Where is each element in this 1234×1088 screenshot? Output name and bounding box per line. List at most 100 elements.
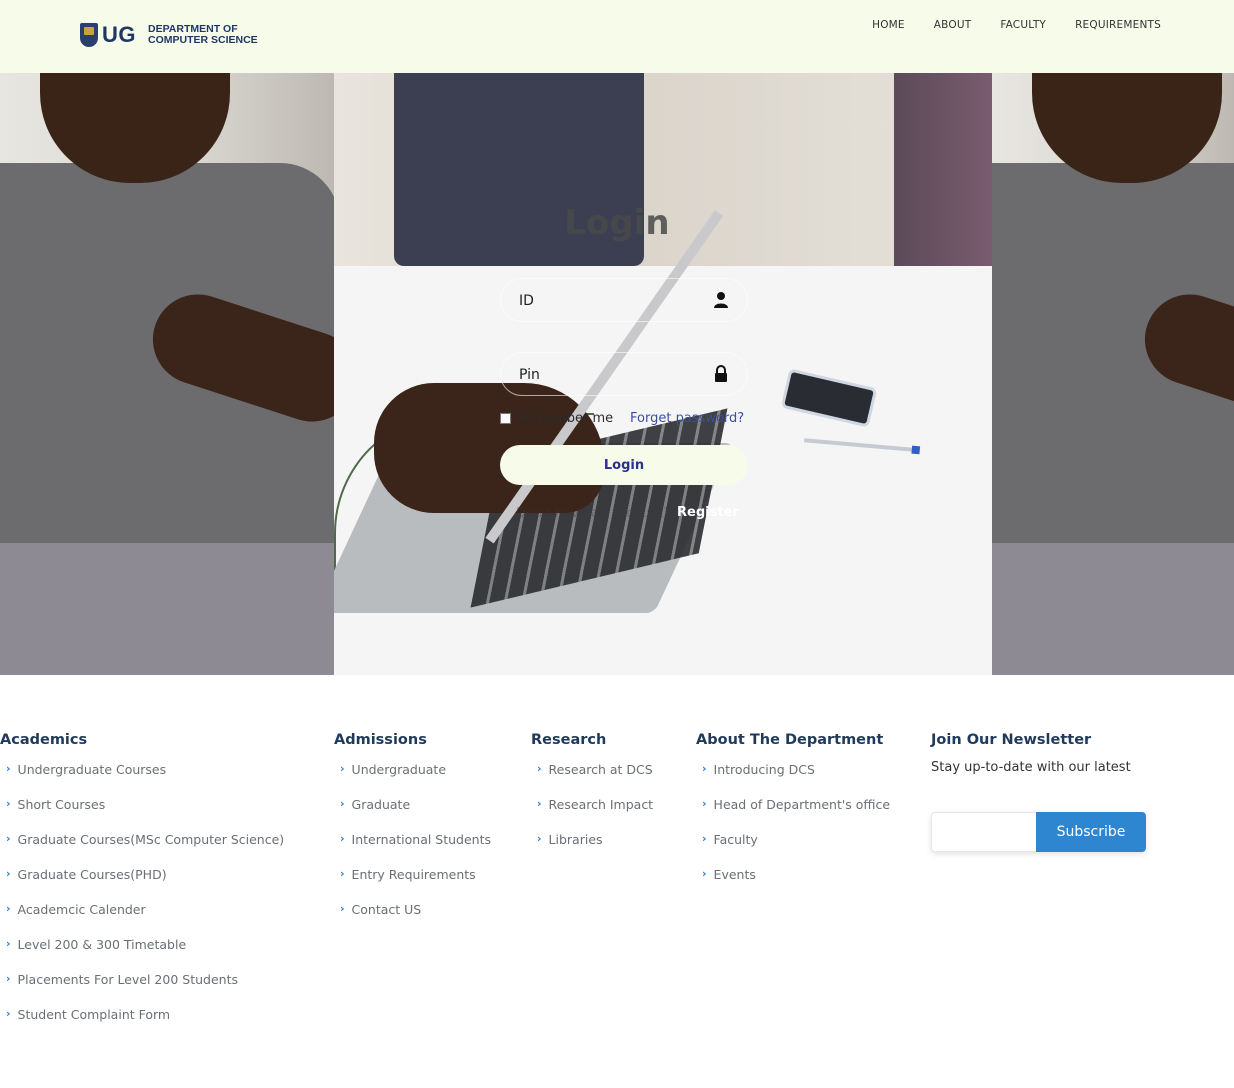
footer-link[interactable]: International Students <box>352 832 491 847</box>
list-item[interactable]: › Contact US <box>334 902 491 937</box>
footer-newsletter: Join Our Newsletter Stay up-to-date with… <box>931 732 1131 775</box>
remember-me-label: Remember me <box>517 411 614 426</box>
footer-heading-newsletter: Join Our Newsletter <box>931 732 1092 748</box>
hero-photo-right <box>992 73 1234 675</box>
footer-admissions: Admissions › Undergraduate › Graduate › Int… <box>334 732 491 937</box>
register-link[interactable]: Register <box>677 505 739 520</box>
list-item[interactable]: › Undergraduate <box>334 762 491 797</box>
list-item[interactable]: › Student Complaint Form <box>0 1007 284 1042</box>
chevron-right-icon: › <box>6 902 11 915</box>
chevron-right-icon: › <box>702 762 707 775</box>
chevron-right-icon: › <box>340 762 345 775</box>
chevron-right-icon: › <box>537 832 542 845</box>
list-item[interactable]: › Graduate <box>334 797 491 832</box>
list-item[interactable]: › Graduate Courses(PHD) <box>0 867 284 902</box>
footer-link[interactable]: Graduate Courses(PHD) <box>18 867 167 882</box>
lock-icon <box>715 365 727 382</box>
footer-research: Research › Research at DCS › Research Impa… <box>531 732 653 867</box>
logo-ug-text: UG <box>102 22 136 47</box>
list-item[interactable]: › Graduate Courses(MSc Computer Science) <box>0 832 284 867</box>
nav-requirements[interactable]: REQUIREMENTS <box>1075 19 1161 31</box>
nav-home[interactable]: HOME <box>872 19 905 31</box>
chevron-right-icon: › <box>340 867 345 880</box>
list-item[interactable]: › Level 200 & 300 Timetable <box>0 937 284 972</box>
list-item[interactable]: › Short Courses <box>0 797 284 832</box>
nav-faculty[interactable]: FACULTY <box>1000 19 1046 31</box>
footer-link[interactable]: Contact US <box>352 902 422 917</box>
footer-link[interactable]: Placements For Level 200 Students <box>18 972 238 987</box>
list-item[interactable]: › Research Impact <box>531 797 653 832</box>
remember-me[interactable]: Remember me <box>500 411 613 426</box>
remember-me-checkbox[interactable] <box>500 413 511 424</box>
footer-link[interactable]: Level 200 & 300 Timetable <box>18 937 187 952</box>
list-item[interactable]: › Undergraduate Courses <box>0 762 284 797</box>
id-input[interactable] <box>519 291 699 311</box>
register-prompt: Don't have an account? <box>516 506 671 521</box>
chevron-right-icon: › <box>702 832 707 845</box>
site-header: UG DEPARTMENT OF COMPUTER SCIENCE HOME A… <box>0 0 1234 73</box>
footer-link[interactable]: Academcic Calender <box>18 902 146 917</box>
list-item[interactable]: › Entry Requirements <box>334 867 491 902</box>
newsletter-email-input[interactable] <box>931 812 1036 852</box>
id-field[interactable] <box>500 278 748 322</box>
chevron-right-icon: › <box>702 867 707 880</box>
nav-about[interactable]: ABOUT <box>934 19 972 31</box>
list-item[interactable]: › Introducing DCS <box>696 762 890 797</box>
footer-link[interactable]: Research at DCS <box>549 762 653 777</box>
footer-link[interactable]: Graduate Courses(MSc Computer Science) <box>18 832 285 847</box>
footer-link[interactable]: Faculty <box>714 832 758 847</box>
footer-link[interactable]: Head of Department's office <box>714 797 891 812</box>
footer-link[interactable]: Student Complaint Form <box>18 1007 171 1022</box>
chevron-right-icon: › <box>340 832 345 845</box>
hero-photo-left <box>0 73 334 675</box>
footer-link[interactable]: Undergraduate Courses <box>18 762 167 777</box>
chevron-right-icon: › <box>6 832 11 845</box>
list-item[interactable]: › Research at DCS <box>531 762 653 797</box>
chevron-right-icon: › <box>340 902 345 915</box>
footer-heading-research: Research <box>531 732 607 748</box>
chevron-right-icon: › <box>340 797 345 810</box>
footer-heading-academics: Academics <box>0 732 88 748</box>
site-footer: Academics › Undergraduate Courses › Short … <box>0 675 1234 1088</box>
list-item[interactable]: › Placements For Level 200 Students <box>0 972 284 1007</box>
login-button[interactable]: Login <box>500 445 748 485</box>
list-item[interactable]: › Head of Department's office <box>696 797 890 832</box>
chevron-right-icon: › <box>6 797 11 810</box>
forgot-password-link[interactable]: Forget password? <box>630 411 744 426</box>
university-crest-icon <box>80 23 98 47</box>
footer-link[interactable]: Graduate <box>352 797 411 812</box>
footer-link[interactable]: Research Impact <box>549 797 654 812</box>
main-nav: HOME ABOUT FACULTY REQUIREMENTS <box>872 19 1161 31</box>
chevron-right-icon: › <box>6 972 11 985</box>
footer-link[interactable]: Introducing DCS <box>714 762 815 777</box>
footer-link[interactable]: Entry Requirements <box>352 867 476 882</box>
list-item[interactable]: › Libraries <box>531 832 653 867</box>
chevron-right-icon: › <box>537 762 542 775</box>
footer-academics: Academics › Undergraduate Courses › Short … <box>0 732 284 1042</box>
pin-input[interactable] <box>519 365 699 385</box>
chevron-right-icon: › <box>6 762 11 775</box>
list-item[interactable]: › Faculty <box>696 832 890 867</box>
footer-heading-admissions: Admissions <box>334 732 427 748</box>
login-title: Login <box>564 203 670 243</box>
list-item[interactable]: › International Students <box>334 832 491 867</box>
chevron-right-icon: › <box>6 1007 11 1020</box>
footer-heading-about: About The Department <box>696 732 884 748</box>
chevron-right-icon: › <box>6 867 11 880</box>
footer-about: About The Department › Introducing DCS › H… <box>696 732 890 902</box>
footer-link[interactable]: Short Courses <box>18 797 106 812</box>
pin-field[interactable] <box>500 352 748 396</box>
list-item[interactable]: › Events <box>696 867 890 902</box>
chevron-right-icon: › <box>6 937 11 950</box>
footer-link[interactable]: Events <box>714 867 756 882</box>
list-item[interactable]: › Academcic Calender <box>0 902 284 937</box>
logo-department-text: DEPARTMENT OF COMPUTER SCIENCE <box>148 24 258 46</box>
chevron-right-icon: › <box>702 797 707 810</box>
chevron-right-icon: › <box>537 797 542 810</box>
site-logo[interactable]: UG DEPARTMENT OF COMPUTER SCIENCE <box>80 22 258 48</box>
newsletter-text: Stay up-to-date with our latest <box>931 760 1131 775</box>
subscribe-button[interactable]: Subscribe <box>1036 812 1146 852</box>
footer-link[interactable]: Libraries <box>549 832 603 847</box>
footer-link[interactable]: Undergraduate <box>352 762 446 777</box>
logo-dept-line2: COMPUTER SCIENCE <box>148 34 258 46</box>
